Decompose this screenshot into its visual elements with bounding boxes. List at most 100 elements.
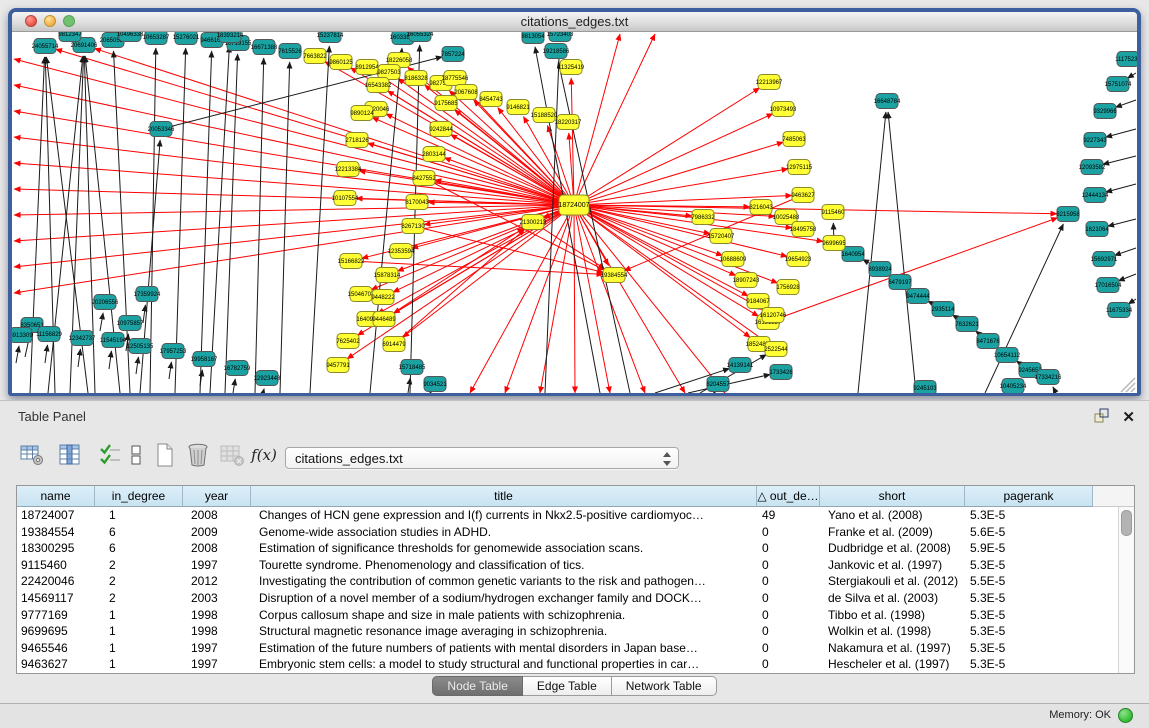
node-9474444[interactable]: 9474444 — [906, 289, 930, 304]
node-12213384[interactable]: 12213384 — [335, 162, 362, 177]
node-9448222[interactable]: 9448222 — [371, 290, 395, 305]
node-17957253[interactable]: 17957253 — [160, 344, 187, 359]
edge[interactable] — [233, 379, 235, 393]
node-9446489[interactable]: 9446489 — [372, 312, 396, 327]
node-8813054[interactable]: 8813054 — [521, 32, 545, 44]
edge[interactable] — [574, 205, 685, 393]
edge[interactable] — [1118, 274, 1136, 281]
node-12975115[interactable]: 12975115 — [786, 160, 813, 175]
node-10107554[interactable]: 10107554 — [332, 191, 359, 206]
node-17334216[interactable]: 17334216 — [1035, 370, 1062, 385]
node-20206556[interactable]: 20206556 — [92, 295, 119, 310]
edge[interactable] — [16, 346, 19, 363]
node-7857224[interactable]: 7857224 — [441, 47, 465, 62]
table-scrollbar[interactable] — [1118, 507, 1134, 673]
node-8471676[interactable]: 8471676 — [976, 334, 1000, 349]
node-12213967[interactable]: 12213967 — [756, 75, 783, 90]
edge[interactable] — [14, 205, 574, 293]
node-18220317[interactable]: 18220317 — [555, 115, 582, 130]
edge[interactable] — [169, 362, 171, 379]
node-10653287[interactable]: 10653287 — [143, 32, 170, 45]
node-12093582[interactable]: 12093582 — [1079, 160, 1106, 175]
node-18393214[interactable]: 18393214 — [217, 32, 244, 43]
node-17359924[interactable]: 17359924 — [134, 287, 161, 302]
node-16120746[interactable]: 16120746 — [760, 308, 787, 323]
node-9812347[interactable]: 9812347 — [58, 32, 82, 42]
edge[interactable] — [30, 57, 45, 393]
edge[interactable] — [100, 313, 103, 331]
edge[interactable] — [470, 205, 574, 393]
table-row[interactable]: 1456911722003Disruption of a novel membe… — [17, 590, 1119, 607]
node-7632621[interactable]: 7632621 — [955, 317, 979, 332]
function-icon[interactable]: f(x) — [250, 441, 278, 469]
edge[interactable] — [280, 62, 290, 393]
node-9329966[interactable]: 9329966 — [1093, 104, 1117, 119]
column-header-name[interactable]: name — [17, 486, 95, 507]
node-1733426[interactable]: 1733426 — [769, 365, 793, 380]
column-header-in_degree[interactable]: in_degree — [95, 486, 183, 507]
node-8427552[interactable]: 8427552 — [412, 171, 436, 186]
edge[interactable] — [545, 45, 560, 393]
edge[interactable] — [1106, 184, 1136, 192]
edge[interactable] — [1114, 248, 1136, 255]
table-row[interactable]: 1830029562008Estimation of significance … — [17, 540, 1119, 557]
edge[interactable] — [200, 51, 212, 393]
node-11675334[interactable]: 11675334 — [1106, 303, 1133, 318]
node-16055324[interactable]: 16055324 — [407, 32, 434, 42]
node-2067608[interactable]: 2067608 — [454, 85, 478, 100]
node-7986332[interactable]: 7986332 — [691, 210, 715, 225]
node-3913309[interactable]: 3913309 — [12, 328, 33, 343]
edge[interactable] — [143, 305, 145, 323]
node-9146821[interactable]: 9146821 — [506, 100, 530, 115]
edge[interactable] — [574, 142, 783, 205]
new-file-icon[interactable] — [150, 441, 178, 469]
edge[interactable] — [175, 48, 186, 393]
node-2935114[interactable]: 2935114 — [932, 302, 956, 317]
node-18775546[interactable]: 18775546 — [442, 71, 469, 86]
edge[interactable] — [263, 389, 264, 393]
node-8170043[interactable]: 8170043 — [405, 195, 429, 210]
node-16782759[interactable]: 16782759 — [224, 361, 251, 376]
node-15723403[interactable]: 15723403 — [547, 32, 574, 42]
node-9034521[interactable]: 9034521 — [423, 377, 447, 392]
edge[interactable] — [1053, 387, 1056, 393]
node-19958167[interactable]: 19958167 — [191, 352, 218, 367]
column-header-title[interactable]: title — [251, 486, 757, 507]
node-11325419[interactable]: 11325419 — [558, 60, 585, 75]
edge[interactable] — [225, 54, 238, 393]
node-7615526[interactable]: 7615526 — [278, 44, 302, 59]
node-8204557[interactable]: 8204557 — [706, 377, 730, 392]
edge[interactable] — [56, 49, 574, 205]
node-18907243[interactable]: 18907243 — [733, 273, 760, 288]
edge[interactable] — [574, 205, 610, 393]
column-header-out_de[interactable]: △ out_de… — [757, 486, 820, 507]
node-6914479[interactable]: 6914479 — [382, 337, 406, 352]
node-1756928[interactable]: 1756928 — [776, 280, 800, 295]
node-14139141[interactable]: 14139141 — [727, 358, 754, 373]
node-1621064[interactable]: 1621064 — [1085, 222, 1109, 237]
node-11175234[interactable]: 11175234 — [1115, 52, 1137, 67]
node-10688609[interactable]: 10688609 — [720, 252, 747, 267]
node-11156829[interactable]: 11156829 — [36, 327, 62, 342]
edge[interactable] — [136, 357, 138, 374]
node-9175685[interactable]: 9175685 — [434, 96, 458, 111]
edge[interactable] — [109, 351, 111, 369]
node-2803144[interactable]: 2803144 — [422, 147, 446, 162]
delete-icon[interactable] — [184, 441, 212, 469]
node-15718485[interactable]: 15718485 — [399, 360, 426, 375]
edge[interactable] — [140, 140, 160, 393]
node-12923448[interactable]: 12923448 — [254, 371, 281, 386]
edge[interactable] — [384, 228, 524, 319]
memory-status-indicator[interactable] — [1118, 708, 1133, 723]
node-15878314[interactable]: 15878314 — [374, 268, 401, 283]
node-19218586[interactable]: 19218586 — [543, 44, 570, 59]
node-15166822[interactable]: 15166822 — [338, 254, 365, 269]
node-9245103[interactable]: 9245103 — [913, 381, 937, 394]
edge[interactable] — [574, 205, 575, 393]
edge[interactable] — [1106, 129, 1136, 137]
edge[interactable] — [14, 137, 574, 205]
node-2522544[interactable]: 2522544 — [764, 342, 788, 357]
node-7663822[interactable]: 7663822 — [303, 49, 327, 64]
node-16648784[interactable]: 16648784 — [874, 94, 901, 109]
table-row[interactable]: 2242004622012Investigating the contribut… — [17, 573, 1119, 590]
